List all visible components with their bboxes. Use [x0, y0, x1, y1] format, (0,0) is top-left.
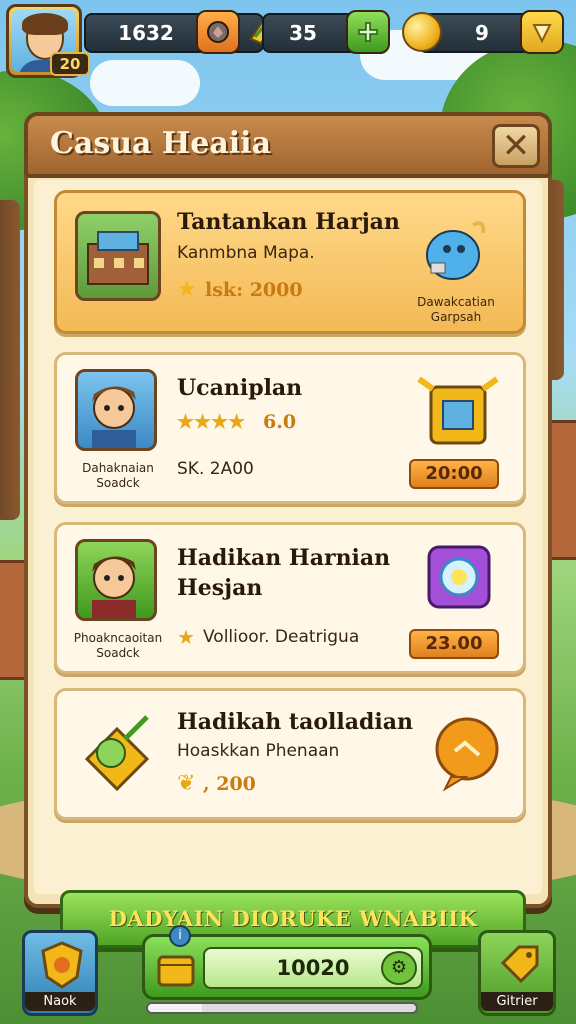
coins-value: 9 [475, 21, 489, 45]
bottom-left-button[interactable]: Naok [22, 930, 98, 1016]
panel-title: Casua Heaiia [50, 126, 272, 161]
card-1-caption-line2: Garpsah [430, 310, 482, 324]
card-2-stars: ★★★★ [177, 411, 246, 433]
card-1-subtitle: Kanmbna Mapa. [177, 243, 315, 263]
leaf-icon: ❦ [177, 771, 196, 796]
progress-fill [148, 1004, 202, 1012]
star-icon: ★ [177, 625, 195, 649]
energy-value: 35 [289, 21, 317, 45]
card-2-caption-line1: Dahaknaian [82, 461, 154, 475]
bottom-right-label: Gitrier [481, 992, 553, 1011]
coin-icon [402, 12, 442, 52]
treasure-chest-icon [413, 367, 503, 457]
gems-value: 1632 [118, 21, 174, 45]
card-3-caption-line1: Phoakncaoitan [73, 631, 163, 645]
golden-leaf-icon [77, 709, 157, 797]
card-3-price[interactable]: 23.00 [409, 629, 499, 659]
tree-trunk-left [0, 200, 20, 520]
shield-icon [39, 941, 85, 993]
building-thumbnail [75, 211, 161, 301]
card-2-caption-line2: Soadck [96, 476, 140, 490]
gear-icon[interactable]: ⚙ [381, 951, 417, 985]
blue-creature-icon [413, 209, 493, 293]
card-1-title: Tantankan Harjan [177, 209, 400, 235]
card-2-stat2: SK. 2A00 [177, 459, 254, 479]
speech-badge-icon [429, 713, 509, 797]
avatar-hair [22, 13, 68, 35]
card-4-stat: , 200 [203, 773, 256, 795]
bottom-center-panel[interactable]: i 10020 ⚙ [142, 925, 432, 1000]
card-2-caption: Dahaknaian Soadck [63, 461, 173, 491]
panel-header: Casua Heaiia ✕ [24, 112, 552, 178]
level-badge: 20 [50, 52, 90, 76]
close-icon[interactable]: ✕ [492, 124, 540, 168]
panel-body: Tantankan Harjan Kanmbna Mapa. ★ lsk: 20… [34, 180, 542, 948]
bottom-left-label: Naok [25, 992, 95, 1011]
add-energy-button[interactable] [346, 10, 390, 54]
reward-card-2[interactable]: Dahaknaian Soadck Ucaniplan ★★★★ 6.0 SK.… [54, 352, 526, 504]
card-3-title-line2: Hesjan [177, 575, 263, 601]
reward-card-3[interactable]: Phoakncaoitan Soadck Hadikan Harnian Hes… [54, 522, 526, 674]
gem-icon[interactable] [196, 10, 240, 54]
card-4-title: Hadikah taolladian [177, 709, 413, 735]
bottom-right-button[interactable]: Gitrier [478, 930, 556, 1016]
shop-button[interactable] [520, 10, 564, 54]
tag-icon [497, 943, 541, 991]
crate-icon [155, 947, 197, 993]
info-icon[interactable]: i [169, 925, 191, 947]
card-2-stat: 6.0 [263, 411, 297, 433]
card-3-title-line1: Hadikan Harnian [177, 545, 391, 571]
star-icon: ★ [177, 277, 197, 302]
card-1-caption-line1: Dawakcatian [417, 295, 495, 309]
magic-orb-icon [419, 541, 499, 625]
rewards-panel: Casua Heaiia ✕ Tantankan Harjan Kanmbna … [24, 112, 552, 948]
hero-portrait-2 [75, 539, 157, 621]
card-3-caption: Phoakncaoitan Soadck [63, 631, 173, 661]
card-2-title: Ucaniplan [177, 375, 303, 401]
card-3-caption-line2: Soadck [96, 646, 140, 660]
progress-bar [146, 1002, 418, 1014]
card-1-caption: Dawakcatian Garpsah [401, 295, 511, 325]
reward-card-4[interactable]: Hadikah taolladian Hoaskkan Phenaan ❦ , … [54, 688, 526, 820]
card-2-price[interactable]: 20:00 [409, 459, 499, 489]
hero-portrait-1 [75, 369, 157, 451]
card-4-subtitle: Hoaskkan Phenaan [177, 741, 340, 761]
top-hud: 20 1632 35 9 [0, 0, 576, 80]
reward-card-1[interactable]: Tantankan Harjan Kanmbna Mapa. ★ lsk: 20… [54, 190, 526, 334]
card-1-stat: lsk: 2000 [205, 279, 303, 301]
card-3-stat: Vollioor. Deatrigua [203, 627, 360, 647]
